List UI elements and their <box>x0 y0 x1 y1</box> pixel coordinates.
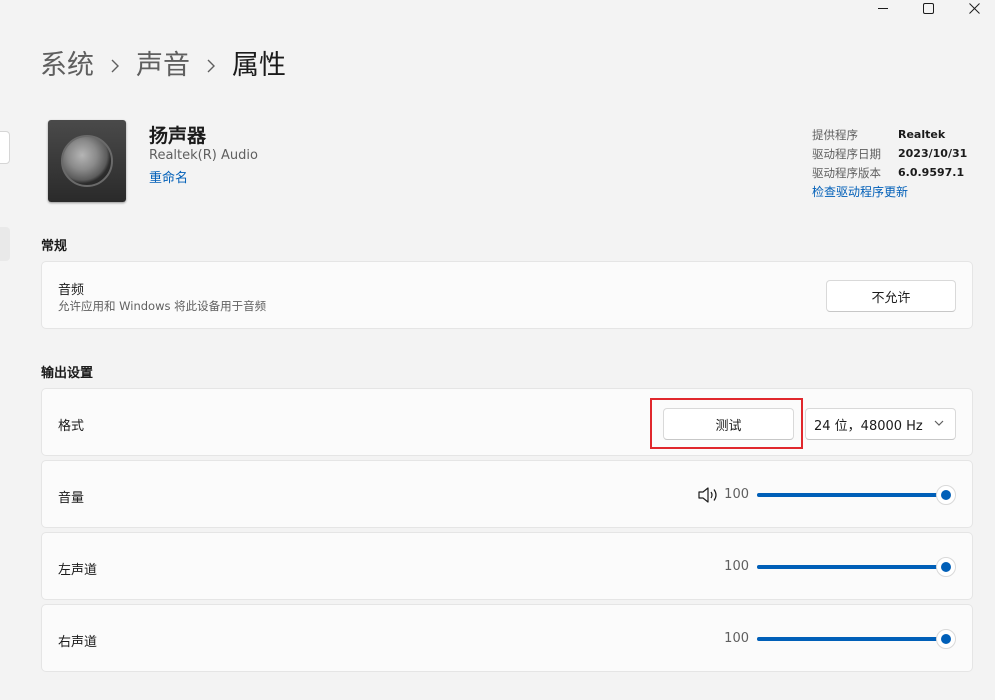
speaker-device-icon <box>48 120 126 202</box>
volume-slider-thumb[interactable] <box>936 485 956 505</box>
chevron-down-icon <box>934 417 944 432</box>
chevron-right-icon <box>206 48 216 84</box>
close-icon <box>968 2 980 14</box>
driver-date-value: 2023/10/31 <box>898 147 968 160</box>
driver-version-label: 驱动程序版本 <box>812 165 881 180</box>
left-channel-slider[interactable] <box>757 557 956 577</box>
device-name: 扬声器 <box>149 125 207 147</box>
format-setting-card: 格式 测试 24 位，48000 Hz <box>41 388 973 456</box>
right-channel-title: 右声道 <box>58 635 98 650</box>
maximize-icon <box>922 2 934 14</box>
minimize-icon <box>877 7 888 9</box>
driver-provider-value: Realtek <box>898 128 946 141</box>
right-channel-slider-thumb[interactable] <box>936 629 956 649</box>
breadcrumb: 系统 声音 属性 <box>40 48 286 84</box>
maximize-button[interactable] <box>905 0 951 16</box>
sidebar-selected-item[interactable] <box>0 227 10 261</box>
disallow-button[interactable]: 不允许 <box>826 280 956 312</box>
test-button[interactable]: 测试 <box>663 408 794 440</box>
driver-version-value: 6.0.9597.1 <box>898 166 965 179</box>
left-channel-title: 左声道 <box>58 563 98 578</box>
minimize-button[interactable] <box>860 0 906 16</box>
audio-title: 音频 <box>58 283 85 298</box>
general-section-header: 常规 <box>41 239 68 254</box>
audio-description: 允许应用和 Windows 将此设备用于音频 <box>58 299 267 313</box>
format-selected-value: 24 位，48000 Hz <box>814 418 923 434</box>
format-title: 格式 <box>58 419 85 434</box>
speaker-volume-icon[interactable] <box>697 485 719 505</box>
audio-setting-card: 音频 允许应用和 Windows 将此设备用于音频 不允许 <box>41 261 973 329</box>
right-channel-value: 100 <box>724 631 749 646</box>
left-channel-slider-thumb[interactable] <box>936 557 956 577</box>
left-channel-value: 100 <box>724 559 749 574</box>
device-driver-name: Realtek(R) Audio <box>149 148 258 163</box>
format-dropdown[interactable]: 24 位，48000 Hz <box>805 408 956 440</box>
output-section-header: 输出设置 <box>41 366 94 381</box>
volume-slider[interactable] <box>757 485 956 505</box>
breadcrumb-sound[interactable]: 声音 <box>136 48 190 84</box>
left-channel-card: 左声道 100 <box>41 532 973 600</box>
breadcrumb-system[interactable]: 系统 <box>40 48 94 84</box>
page-title: 属性 <box>232 50 286 81</box>
right-channel-card: 右声道 100 <box>41 604 973 672</box>
check-driver-update-link[interactable]: 检查驱动程序更新 <box>812 183 967 200</box>
driver-info: 提供程序 Realtek 驱动程序日期 2023/10/31 驱动程序版本 6.… <box>812 125 967 200</box>
close-button[interactable] <box>951 0 995 16</box>
driver-date-label: 驱动程序日期 <box>812 146 881 161</box>
rename-link[interactable]: 重命名 <box>149 167 188 186</box>
driver-provider-label: 提供程序 <box>812 127 858 142</box>
chevron-right-icon <box>110 48 120 84</box>
volume-title: 音量 <box>58 491 85 506</box>
volume-value: 100 <box>724 487 749 502</box>
right-channel-slider[interactable] <box>757 629 956 649</box>
sidebar-search-box[interactable] <box>0 131 10 164</box>
volume-setting-card: 音量 100 <box>41 460 973 528</box>
